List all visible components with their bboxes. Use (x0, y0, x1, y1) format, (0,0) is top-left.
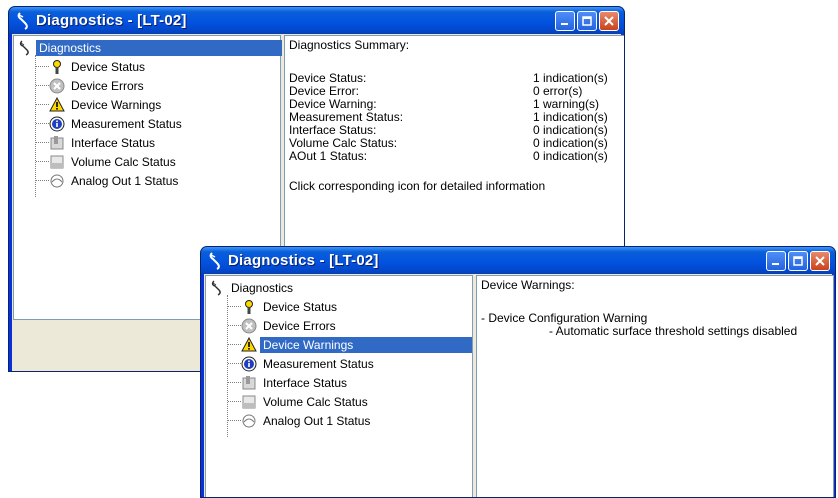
tree-item-label: Device Warnings (71, 97, 162, 112)
close-button[interactable] (810, 251, 830, 271)
interface-icon (50, 135, 64, 149)
tree-item-label: Interface Status (263, 375, 348, 390)
minimize-icon (772, 263, 779, 265)
warning-icon (49, 96, 65, 111)
tree-item-device-errors[interactable]: Device Errors (49, 76, 147, 95)
tree-item-analog-out-status[interactable]: Analog Out 1 Status (241, 411, 373, 430)
tree-root[interactable]: Diagnostics (17, 38, 282, 57)
tree-item-label: Measurement Status (71, 116, 182, 131)
summary-heading: Diagnostics Summary: (289, 38, 410, 52)
close-button[interactable] (599, 11, 619, 31)
title-bar[interactable]: Diagnostics - [LT-02] (9, 7, 624, 34)
tree-item-volume-calc-status[interactable]: Volume Calc Status (241, 392, 371, 411)
tree-item-label: Device Errors (71, 78, 144, 93)
tree-root[interactable]: Diagnostics (209, 278, 296, 297)
tree-item-label: Device Errors (263, 318, 336, 333)
warning-icon (241, 336, 257, 351)
wrench-icon (211, 279, 221, 296)
tree-root-label: Diagnostics (231, 280, 294, 295)
summary-label: AOut 1 Status: (289, 149, 368, 163)
tree-item-device-warnings[interactable]: Device Warnings (241, 335, 472, 354)
tree-item-analog-out-status[interactable]: Analog Out 1 Status (49, 171, 181, 190)
status-icon (245, 299, 253, 314)
minimize-button[interactable] (766, 251, 786, 271)
tree-item-device-status[interactable]: Device Status (49, 57, 148, 76)
maximize-button[interactable] (577, 11, 597, 31)
tree-item-measurement-status[interactable]: Measurement Status (241, 354, 377, 373)
tree-item-device-status[interactable]: Device Status (241, 297, 340, 316)
volume-icon (242, 395, 256, 408)
tree-item-label: Analog Out 1 Status (71, 173, 179, 188)
tree-item-label: Volume Calc Status (263, 394, 368, 409)
summary-row: AOut 1 Status: 0 indication(s) (289, 150, 621, 163)
analog-icon (50, 174, 64, 187)
info-icon (241, 356, 257, 371)
summary-value: 0 indication(s) (533, 149, 608, 163)
maximize-icon (793, 256, 803, 266)
tree-item-label-selected: Device Warnings (260, 336, 472, 353)
warnings-heading: Device Warnings: (481, 278, 575, 292)
device-warnings-panel: Device Warnings: - Device Configuration … (476, 275, 834, 497)
volume-icon (50, 155, 64, 168)
maximize-icon (582, 16, 592, 26)
error-icon (49, 78, 65, 93)
window-client: Diagnostics Device Status Device Errors … (204, 274, 834, 497)
status-icon (53, 59, 61, 74)
tree-item-label: Device Status (71, 59, 146, 74)
tree-item-label: Interface Status (71, 135, 156, 150)
tree-item-label: Analog Out 1 Status (263, 413, 371, 428)
warning-detail: - Automatic surface threshold settings d… (549, 324, 798, 338)
tree-item-device-errors[interactable]: Device Errors (241, 316, 339, 335)
tree-item-interface-status[interactable]: Interface Status (241, 373, 350, 392)
diagnostics-tree[interactable]: Diagnostics Device Status Device Errors … (205, 275, 473, 497)
info-icon (49, 116, 65, 131)
analog-icon (242, 414, 256, 427)
error-icon (241, 318, 257, 333)
minimize-button[interactable] (555, 11, 575, 31)
close-icon (815, 256, 825, 266)
tree-item-label: Volume Calc Status (71, 154, 176, 169)
wrench-icon (17, 11, 28, 30)
tree-item-label: Device Status (263, 299, 338, 314)
tree-root-label: Diagnostics (36, 39, 282, 56)
window-title: Diagnostics - [LT-02] (228, 252, 379, 269)
wrench-icon (209, 251, 220, 270)
minimize-icon (561, 23, 568, 25)
device-warnings-window: Diagnostics - [LT-02] Diagnostics Device… (200, 246, 836, 498)
title-bar[interactable]: Diagnostics - [LT-02] (201, 247, 835, 274)
wrench-icon (19, 39, 29, 56)
tree-item-measurement-status[interactable]: Measurement Status (49, 114, 185, 133)
summary-footer: Click corresponding icon for detailed in… (289, 179, 546, 193)
close-icon (604, 16, 614, 26)
interface-icon (242, 375, 256, 389)
tree-item-interface-status[interactable]: Interface Status (49, 133, 158, 152)
tree-item-volume-calc-status[interactable]: Volume Calc Status (49, 152, 179, 171)
window-title: Diagnostics - [LT-02] (36, 12, 187, 29)
tree-item-label: Measurement Status (263, 356, 374, 371)
maximize-button[interactable] (788, 251, 808, 271)
tree-item-device-warnings[interactable]: Device Warnings (49, 95, 164, 114)
